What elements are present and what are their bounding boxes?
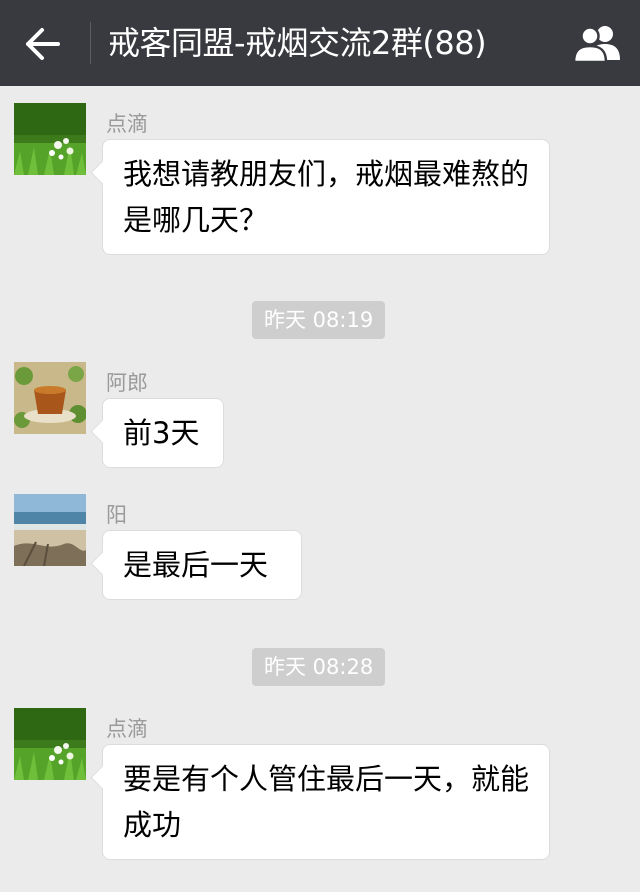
message-bubble[interactable]: 要是有个人管住最后一天，就能成功 (102, 744, 550, 860)
avatar[interactable] (14, 708, 86, 780)
title-divider (90, 22, 91, 64)
grass-flowers-avatar-icon (14, 103, 86, 175)
sender-name: 阿郎 (106, 371, 148, 395)
grass-flowers-avatar-icon (14, 708, 86, 780)
message-bubble[interactable]: 我想请教朋友们，戒烟最难熬的是哪几天？ (102, 139, 550, 255)
message-bubble[interactable]: 是最后一天 (102, 530, 302, 600)
message-bubble[interactable]: 前3天 (102, 398, 224, 468)
sender-name: 点滴 (106, 717, 148, 741)
group-members-icon[interactable] (572, 22, 624, 64)
sender-name: 阳 (106, 503, 127, 527)
avatar[interactable] (14, 494, 86, 566)
timestamp: 昨天 08:19 (252, 301, 386, 339)
avatar[interactable] (14, 103, 86, 175)
sender-name: 点滴 (106, 112, 148, 136)
timestamp: 昨天 08:28 (252, 648, 386, 686)
back-arrow-icon[interactable] (22, 24, 64, 64)
chat-area[interactable]: 点滴 我想请教朋友们，戒烟最难熬的是哪几天？ 昨天 08:19 阿郎 前3天 阳… (0, 86, 640, 892)
avatar[interactable] (14, 362, 86, 434)
title-bar: 戒客同盟-戒烟交流2群(88) (0, 0, 640, 86)
beach-avatar-icon (14, 494, 86, 566)
tea-cup-avatar-icon (14, 362, 86, 434)
chat-title: 戒客同盟-戒烟交流2群(88) (108, 24, 487, 62)
